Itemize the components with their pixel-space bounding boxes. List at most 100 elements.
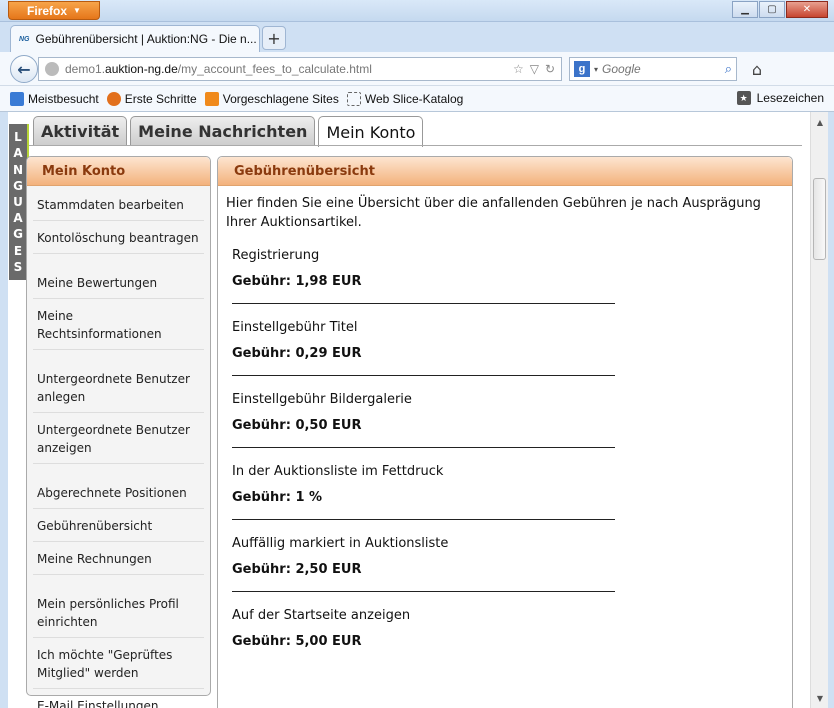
- site-favicon-icon: NG: [19, 35, 30, 43]
- fees-panel: Gebührenübersicht Hier finden Sie eine Ü…: [217, 156, 793, 708]
- fee-divider: [232, 447, 615, 448]
- sidebar-item-abgerechnete-positionen[interactable]: Abgerechnete Positionen: [33, 476, 204, 509]
- tab-mein-konto[interactable]: Mein Konto: [318, 116, 424, 147]
- sidebar-item-benutzer-anzeigen[interactable]: Untergeordnete Benutzer anzeigen: [33, 413, 204, 464]
- window-border-left: [0, 112, 8, 708]
- fee-value: Gebühr: 2,50 EUR: [232, 562, 362, 577]
- dropdown-arrow-icon[interactable]: ▽: [530, 62, 539, 76]
- bookmark-first-steps[interactable]: Erste Schritte: [106, 91, 197, 106]
- chevron-down-icon[interactable]: ▾: [594, 65, 598, 74]
- minimize-icon[interactable]: ▁: [732, 1, 758, 18]
- browser-tab-title: Gebührenübersicht | Auktion:NG - Die n..…: [35, 32, 257, 46]
- fee-item: In der Auktionsliste im Fettdruck Gebühr…: [218, 464, 792, 520]
- languages-letter: S: [13, 259, 23, 274]
- home-icon[interactable]: ⌂: [746, 59, 768, 79]
- browser-tabbar: NG Gebührenübersicht | Auktion:NG - Die …: [0, 22, 834, 52]
- fee-divider: [232, 303, 615, 304]
- globe-icon: [45, 62, 59, 76]
- sidebar-item-geprueftes-mitglied[interactable]: Ich möchte "Geprüftes Mitglied" werden: [33, 638, 204, 689]
- bookmarks-toolbar: Meistbesucht Erste Schritte Vorgeschlage…: [0, 86, 834, 112]
- sidebar-item-stammdaten[interactable]: Stammdaten bearbeiten: [33, 188, 204, 221]
- suggested-sites-icon: [204, 91, 219, 106]
- firefox-menu-label: Firefox: [27, 3, 68, 18]
- firefox-icon: [106, 91, 121, 106]
- tab-aktivitaet[interactable]: Aktivität: [33, 116, 128, 146]
- tabs-divider: [16, 145, 802, 146]
- google-engine-icon[interactable]: g: [574, 61, 590, 77]
- sidebar-item-benutzer-anlegen[interactable]: Untergeordnete Benutzer anlegen: [33, 362, 204, 413]
- sidebar-menu: Stammdaten bearbeiten Kontolöschung bean…: [27, 186, 210, 708]
- close-window-icon[interactable]: ✕: [786, 1, 828, 18]
- back-button[interactable]: ←: [10, 55, 38, 83]
- sidebar-item-rechtsinformationen[interactable]: Meine Rechtsinformationen: [33, 299, 204, 350]
- sidebar-group: Stammdaten bearbeiten Kontolöschung bean…: [33, 188, 204, 254]
- languages-letter: E: [13, 243, 23, 258]
- scroll-down-icon[interactable]: ▼: [811, 690, 829, 706]
- sidebar-item-profil[interactable]: Mein persönliches Profil einrichten: [33, 587, 204, 638]
- fee-item: Auffällig markiert in Auktionsliste Gebü…: [218, 536, 792, 592]
- url-bar[interactable]: demo1.auktion-ng.de/my_account_fees_to_c…: [38, 57, 562, 81]
- search-input[interactable]: [602, 62, 721, 76]
- window-titlebar: Firefox ▼ ▁ ▢ ✕: [0, 0, 834, 22]
- fee-item: Registrierung Gebühr: 1,98 EUR: [218, 248, 792, 304]
- bookmarks-menu-label: Lesezeichen: [756, 91, 824, 105]
- fee-item: Auf der Startseite anzeigen Gebühr: 5,00…: [218, 608, 792, 649]
- account-sidebar: Mein Konto Stammdaten bearbeiten Kontolö…: [26, 156, 211, 708]
- sidebar-group: Untergeordnete Benutzer anlegen Untergeo…: [33, 362, 204, 464]
- sidebar-group: Mein persönliches Profil einrichten Ich …: [33, 587, 204, 708]
- fee-label: Einstellgebühr Bildergalerie: [232, 392, 412, 407]
- languages-letter: A: [13, 211, 23, 226]
- bookmark-web-slice[interactable]: Web Slice-Katalog: [346, 91, 464, 106]
- maximize-icon[interactable]: ▢: [759, 1, 785, 18]
- tab-meine-nachrichten[interactable]: Meine Nachrichten: [130, 116, 316, 146]
- fee-divider: [232, 591, 615, 592]
- fee-divider: [232, 375, 615, 376]
- sidebar-group: Abgerechnete Positionen Gebührenübersich…: [33, 476, 204, 575]
- search-icon[interactable]: ⌕: [725, 61, 732, 77]
- window-border-right: [828, 112, 834, 708]
- browser-tab-active[interactable]: NG Gebührenübersicht | Auktion:NG - Die …: [10, 25, 260, 52]
- sidebar-item-email-einstellungen[interactable]: E-Mail Einstellungen: [33, 689, 204, 708]
- chevron-down-icon: ▼: [73, 6, 81, 15]
- languages-letter: G: [13, 178, 23, 193]
- window-controls: ▁ ▢ ✕: [732, 1, 828, 18]
- url-prefix: demo1.: [65, 62, 106, 76]
- fee-label: Einstellgebühr Titel: [232, 320, 358, 335]
- fee-item: Einstellgebühr Bildergalerie Gebühr: 0,5…: [218, 392, 792, 448]
- sidebar-item-rechnungen[interactable]: Meine Rechnungen: [33, 542, 204, 575]
- bookmark-label: Meistbesucht: [28, 91, 99, 106]
- bookmark-label: Vorgeschlagene Sites: [222, 91, 339, 106]
- fee-value: Gebühr: 0,50 EUR: [232, 418, 362, 433]
- languages-letter: U: [13, 194, 23, 209]
- page-scrollbar[interactable]: ▲ ▼: [810, 112, 828, 708]
- languages-letter: N: [12, 162, 24, 177]
- navigation-toolbar: ← demo1.auktion-ng.de/my_account_fees_to…: [0, 52, 834, 86]
- fee-label: Registrierung: [232, 248, 320, 263]
- fees-intro-text: Hier finden Sie eine Übersicht über die …: [226, 196, 761, 230]
- url-tools: ☆ ▽ ↻: [513, 62, 555, 76]
- web-slice-icon: [346, 91, 361, 106]
- bookmark-star-icon[interactable]: ☆: [513, 62, 524, 76]
- scroll-up-icon[interactable]: ▲: [811, 114, 829, 130]
- fee-divider: [232, 519, 615, 520]
- reload-icon[interactable]: ↻: [545, 62, 555, 76]
- bookmark-suggested-sites[interactable]: Vorgeschlagene Sites: [204, 91, 339, 106]
- sidebar-title: Mein Konto: [27, 157, 210, 186]
- sidebar-item-kontoloeschung[interactable]: Kontolöschung beantragen: [33, 221, 204, 254]
- bookmark-label: Web Slice-Katalog: [364, 91, 464, 106]
- url-text[interactable]: demo1.auktion-ng.de/my_account_fees_to_c…: [65, 62, 507, 76]
- search-bar: g ▾ ⌕: [569, 57, 737, 81]
- sidebar-item-bewertungen[interactable]: Meine Bewertungen: [33, 266, 204, 299]
- fee-value: Gebühr: 5,00 EUR: [232, 634, 362, 649]
- page-viewport: Aktivität Meine Nachrichten Mein Konto L…: [8, 112, 810, 708]
- sidebar-item-gebuehrenuebersicht[interactable]: Gebührenübersicht: [33, 509, 204, 542]
- firefox-menu-button[interactable]: Firefox ▼: [8, 1, 100, 20]
- bookmarks-menu-button[interactable]: ★ Lesezeichen: [736, 91, 824, 105]
- content-title: Gebührenübersicht: [218, 157, 792, 186]
- url-path: /my_account_fees_to_calculate.html: [177, 62, 372, 76]
- bookmark-most-visited[interactable]: Meistbesucht: [10, 91, 99, 106]
- new-tab-button[interactable]: +: [262, 26, 286, 50]
- scrollbar-thumb[interactable]: [813, 178, 826, 260]
- fee-value: Gebühr: 0,29 EUR: [232, 346, 362, 361]
- url-domain: auktion-ng.de: [105, 62, 178, 76]
